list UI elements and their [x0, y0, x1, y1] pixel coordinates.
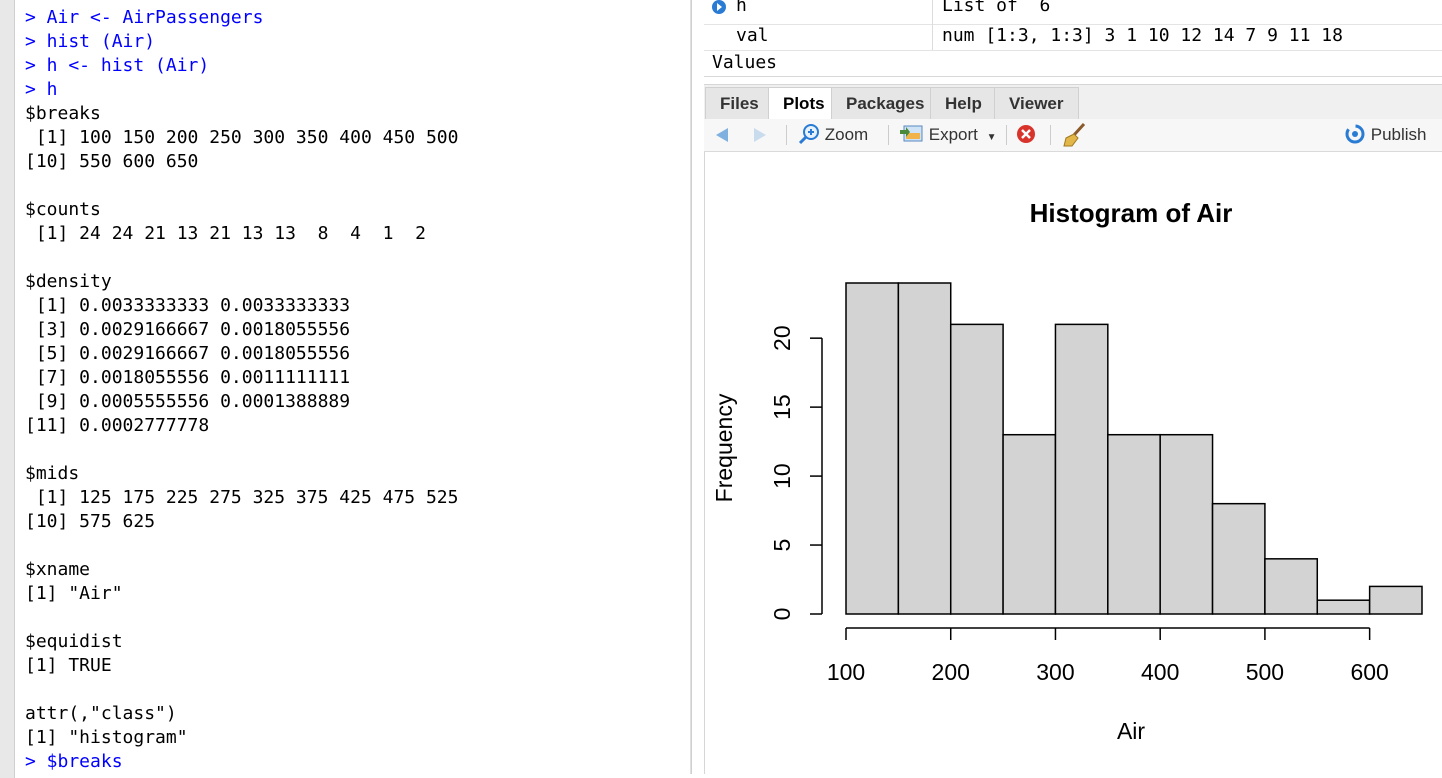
- scroll-up-icon[interactable]: ▲: [691, 10, 692, 24]
- histogram-bar: [949, 323, 1004, 615]
- histogram-bar: [1054, 323, 1109, 615]
- env-var-value: num [1:3, 1:3] 3 1 10 12 14 7 9 11 18: [942, 25, 1343, 46]
- y-tick-label: 15: [769, 394, 795, 420]
- env-var-value: List of 6: [942, 0, 1051, 16]
- tab-bar: Files Plots Packages Help Viewer: [704, 84, 1442, 120]
- console-command-line: > h <- hist (Air): [25, 55, 210, 76]
- console-command-line: > $breaks: [25, 751, 123, 772]
- y-tick-label: 5: [769, 539, 795, 552]
- x-tick-label: 500: [1246, 659, 1284, 685]
- broom-icon[interactable]: [1062, 122, 1088, 148]
- env-row-h[interactable]: h List of 6: [704, 0, 1442, 18]
- export-label: Export: [928, 125, 978, 144]
- histogram-bar: [1368, 585, 1423, 615]
- console-output-line: [7] 0.0018055556 0.0011111111: [25, 367, 351, 388]
- env-var-name: val: [736, 25, 769, 46]
- back-arrow-icon[interactable]: [716, 128, 728, 142]
- console-output-line: [10] 550 600 650: [25, 151, 199, 172]
- tab-plots[interactable]: Plots: [768, 87, 840, 119]
- console-output: > Air <- AirPassengers > hist (Air) > h <-…: [25, 6, 458, 774]
- x-tick-label: 300: [1036, 659, 1074, 685]
- y-axis-label: Frequency: [711, 393, 737, 502]
- env-section-header: Values: [712, 52, 778, 73]
- scroll-down-icon[interactable]: ▼: [691, 758, 692, 772]
- zoom-button[interactable]: Zoom: [798, 119, 868, 151]
- right-pane: h List of 6 val num [1:3, 1:3] 3 1 10 12…: [704, 0, 1442, 778]
- plot-viewer: Histogram of Air 100 200 300 400 500 600 Air 0 5 1…: [704, 152, 1442, 774]
- console-output-line: [1] 24 24 21 13 21 13 13 8 4 1 2: [25, 223, 426, 244]
- chart-title: Histogram of Air: [1030, 198, 1233, 228]
- environment-panel: h List of 6 val num [1:3, 1:3] 3 1 10 12…: [704, 0, 1442, 77]
- zoom-label: Zoom: [824, 125, 869, 144]
- histogram-chart: Histogram of Air 100 200 300 400 500 600 Air 0 5 1…: [711, 198, 1423, 744]
- tab-packages[interactable]: Packages: [831, 87, 940, 119]
- expand-icon[interactable]: [712, 0, 726, 14]
- x-tick-label: 600: [1350, 659, 1388, 685]
- forward-arrow-icon[interactable]: [754, 128, 766, 142]
- x-tick-label: 200: [932, 659, 970, 685]
- publish-label: Publish: [1370, 125, 1427, 144]
- plots-toolbar: Zoom Export ▼ Publish: [704, 119, 1442, 152]
- console-output-line: $density: [25, 271, 112, 292]
- tab-files[interactable]: Files: [705, 87, 774, 119]
- histogram-bar: [1107, 433, 1161, 615]
- dropdown-caret-icon: ▼: [986, 132, 997, 143]
- console-output-line: [3] 0.0029166667 0.0018055556: [25, 319, 351, 340]
- console-output-line: $equidist: [25, 631, 123, 652]
- y-tick-label: 0: [769, 608, 795, 621]
- console-command-line: > hist (Air): [25, 31, 156, 52]
- console-output-line: [1] "Air": [25, 583, 123, 604]
- histogram-bar: [897, 282, 952, 615]
- console-output-line: attr(,"class"): [25, 703, 177, 724]
- console-output-line: $counts: [25, 199, 101, 220]
- tab-help[interactable]: Help: [930, 87, 997, 119]
- console-output-line: [1] 100 150 200 250 300 350 400 450 500: [25, 127, 459, 148]
- remove-plot-icon[interactable]: [1016, 124, 1036, 144]
- console-output-line: [11] 0.0002777778: [25, 415, 210, 436]
- console-command-line: > h: [25, 79, 58, 100]
- console-pane[interactable]: > Air <- AirPassengers > hist (Air) > h <-…: [15, 0, 692, 774]
- histogram-bar: [1002, 433, 1057, 615]
- console-output-line: [9] 0.0005555556 0.0001388889: [25, 391, 351, 412]
- console-output-line: $xname: [25, 559, 91, 580]
- histogram-bar: [1211, 502, 1266, 615]
- left-pane-edge: [0, 0, 15, 778]
- histogram-bar: [845, 282, 900, 615]
- x-axis-label: Air: [1117, 718, 1145, 744]
- export-menu[interactable]: Export ▼: [900, 119, 997, 151]
- export-icon: [900, 125, 923, 142]
- zoom-icon: [798, 123, 819, 144]
- histogram-bar: [1159, 433, 1214, 615]
- env-row-val[interactable]: val num [1:3, 1:3] 3 1 10 12 14 7 9 11 1…: [704, 24, 1442, 48]
- console-output-line: [1] "histogram": [25, 727, 188, 748]
- publish-button[interactable]: Publish: [1344, 119, 1427, 151]
- console-output-line: $mids: [25, 463, 80, 484]
- x-tick-label: 400: [1141, 659, 1179, 685]
- console-output-line: [5] 0.0029166667 0.0018055556: [25, 343, 351, 364]
- console-output-line: [1] 125 175 225 275 325 375 425 475 525: [25, 487, 459, 508]
- console-output-line: [10] 575 625: [25, 511, 156, 532]
- console-output-line: [1] TRUE: [25, 655, 112, 676]
- histogram-bar: [1264, 558, 1319, 615]
- env-var-name: h: [736, 0, 747, 16]
- console-output-line: $breaks: [25, 103, 101, 124]
- tab-viewer[interactable]: Viewer: [994, 87, 1079, 119]
- histogram-bar: [1316, 599, 1371, 615]
- publish-icon: [1345, 124, 1365, 144]
- console-scrollbar[interactable]: ▲ ▼: [690, 0, 692, 774]
- console-output-line: [1] 0.0033333333 0.0033333333: [25, 295, 351, 316]
- x-tick-label: 100: [827, 659, 865, 685]
- y-tick-label: 10: [769, 463, 795, 489]
- y-tick-label: 20: [769, 325, 795, 351]
- console-command-line: > Air <- AirPassengers: [25, 7, 264, 28]
